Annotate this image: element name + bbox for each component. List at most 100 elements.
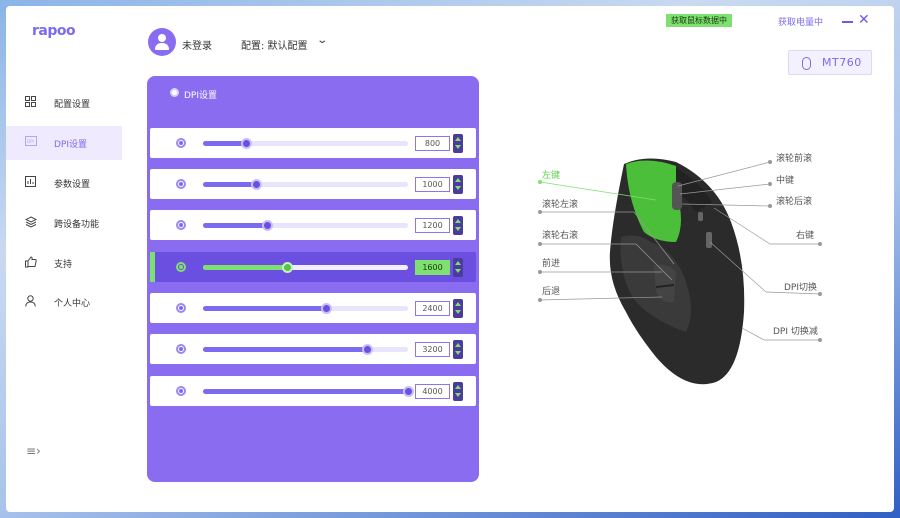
label-wheel-back[interactable]: 滚轮后滚 bbox=[776, 194, 812, 207]
dpi-slider[interactable] bbox=[203, 179, 408, 190]
label-right-click[interactable]: 右键 bbox=[796, 228, 814, 241]
device-model: MT760 bbox=[822, 56, 862, 69]
dpi-stepper[interactable] bbox=[453, 258, 463, 277]
label-left-click[interactable]: 左键 bbox=[542, 168, 560, 181]
thumbs-up-icon bbox=[24, 256, 37, 269]
sidebar-item-personal-center[interactable]: 个人中心 bbox=[6, 285, 122, 319]
dpi-stepper[interactable] bbox=[453, 340, 463, 359]
arrow-down-icon[interactable] bbox=[455, 351, 461, 355]
dpi-level-row[interactable]: 4000 bbox=[150, 376, 476, 406]
user-avatar-icon[interactable] bbox=[148, 28, 176, 56]
dpi-level-radio[interactable] bbox=[176, 344, 186, 354]
sidebar-item-label: 支持 bbox=[54, 260, 73, 270]
dpi-slider-handle[interactable] bbox=[282, 262, 294, 273]
arrow-down-icon[interactable] bbox=[455, 227, 461, 231]
arrow-down-icon[interactable] bbox=[455, 269, 461, 273]
mouse-button-diagram: 左键 滚轮左滚 滚轮右滚 前进 后退 滚轮前滚 中键 滚轮后滚 右键 DPI切换… bbox=[526, 142, 836, 402]
dpi-slider-handle[interactable] bbox=[261, 220, 273, 231]
sidebar-item-support[interactable]: 支持 bbox=[6, 246, 122, 280]
label-back[interactable]: 后退 bbox=[542, 284, 560, 297]
arrow-down-icon[interactable] bbox=[455, 393, 461, 397]
dpi-slider[interactable] bbox=[203, 386, 414, 397]
dpi-stepper[interactable] bbox=[453, 216, 463, 235]
mouse-data-status-badge: 获取鼠标数据中 bbox=[666, 14, 732, 27]
arrow-up-icon[interactable] bbox=[455, 178, 461, 182]
label-forward[interactable]: 前进 bbox=[542, 256, 560, 269]
arrow-up-icon[interactable] bbox=[455, 219, 461, 223]
dpi-value-input[interactable]: 1200 bbox=[415, 218, 450, 233]
sidebar-item-dpi-settings[interactable]: DPI DPI设置 bbox=[6, 126, 122, 160]
dpi-slider[interactable] bbox=[203, 303, 408, 314]
dpi-slider-handle[interactable] bbox=[403, 386, 414, 397]
label-wheel-left[interactable]: 滚轮左滚 bbox=[542, 197, 578, 210]
dpi-level-radio[interactable] bbox=[176, 262, 186, 272]
dpi-slider[interactable] bbox=[203, 220, 408, 231]
dpi-level-radio[interactable] bbox=[176, 179, 186, 189]
sidebar-item-label: 个人中心 bbox=[54, 299, 91, 309]
sidebar-item-parameter-settings[interactable]: 参数设置 bbox=[6, 166, 122, 200]
dpi-slider-fill bbox=[203, 347, 367, 352]
svg-text:DPI: DPI bbox=[27, 139, 34, 144]
dpi-value-input[interactable]: 4000 bbox=[415, 384, 450, 399]
dpi-level-row[interactable]: 1600 bbox=[150, 252, 476, 282]
profile-selector[interactable]: 配置: 默认配置 bbox=[241, 37, 308, 52]
dpi-slider-handle[interactable] bbox=[321, 303, 332, 314]
dpi-slider-handle[interactable] bbox=[251, 179, 263, 190]
sidebar-item-cross-device[interactable]: 跨设备功能 bbox=[6, 206, 122, 240]
active-indicator bbox=[150, 252, 155, 282]
dpi-slider-handle[interactable] bbox=[241, 138, 253, 149]
dpi-value-input[interactable]: 1600 bbox=[415, 260, 450, 275]
sidebar-item-profile-settings[interactable]: 配置设置 bbox=[6, 86, 122, 120]
dpi-level-radio[interactable] bbox=[176, 303, 186, 313]
dpi-slider-fill bbox=[203, 389, 408, 394]
dpi-stepper[interactable] bbox=[453, 382, 463, 401]
sidebar-item-label: 参数设置 bbox=[54, 180, 91, 190]
label-wheel-forward[interactable]: 滚轮前滚 bbox=[776, 151, 812, 164]
dpi-level-row[interactable]: 3200 bbox=[150, 334, 476, 364]
dpi-stepper[interactable] bbox=[453, 175, 463, 194]
dpi-level-radio[interactable] bbox=[176, 220, 186, 230]
sidebar-item-label: 配置设置 bbox=[54, 100, 91, 110]
arrow-down-icon[interactable] bbox=[455, 145, 461, 149]
grid-icon bbox=[24, 96, 37, 109]
dpi-slider[interactable] bbox=[203, 138, 408, 149]
label-wheel-right[interactable]: 滚轮右滚 bbox=[542, 228, 578, 241]
dpi-value-input[interactable]: 3200 bbox=[415, 342, 450, 357]
label-middle-click[interactable]: 中键 bbox=[776, 173, 794, 186]
arrow-up-icon[interactable] bbox=[455, 302, 461, 306]
dpi-level-row[interactable]: 1000 bbox=[150, 169, 476, 199]
dpi-settings-panel: DPI设置 800 1000 1200 1600 2400 3200 4000 bbox=[147, 76, 479, 482]
close-button[interactable]: ✕ bbox=[858, 12, 870, 28]
collapse-menu-icon[interactable]: ≡› bbox=[26, 444, 41, 458]
dpi-level-radio[interactable] bbox=[176, 386, 186, 396]
arrow-down-icon[interactable] bbox=[455, 186, 461, 190]
arrow-up-icon[interactable] bbox=[455, 343, 461, 347]
device-badge[interactable]: MT760 bbox=[788, 50, 872, 75]
dpi-level-radio[interactable] bbox=[176, 138, 186, 148]
user-name[interactable]: 未登录 bbox=[182, 37, 212, 52]
dpi-slider[interactable] bbox=[203, 344, 408, 355]
label-dpi-switch[interactable]: DPI切换 bbox=[784, 280, 817, 293]
dpi-stepper[interactable] bbox=[453, 134, 463, 153]
label-dpi-switch-down[interactable]: DPI 切换减 bbox=[773, 324, 818, 337]
panel-title: DPI设置 bbox=[184, 91, 218, 101]
dpi-level-row[interactable]: 800 bbox=[150, 128, 476, 158]
dpi-slider-handle[interactable] bbox=[362, 344, 373, 355]
arrow-down-icon[interactable] bbox=[455, 310, 461, 314]
arrow-up-icon[interactable] bbox=[455, 137, 461, 141]
dpi-stepper[interactable] bbox=[453, 299, 463, 318]
chevron-down-icon[interactable]: ⌄ bbox=[316, 35, 328, 46]
rapoo-logo: rapoo bbox=[32, 23, 76, 39]
battery-status: 获取电量中 bbox=[778, 18, 824, 28]
dpi-slider-fill bbox=[203, 141, 247, 146]
dpi-level-row[interactable]: 2400 bbox=[150, 293, 476, 323]
minimize-button[interactable] bbox=[842, 21, 853, 23]
dpi-slider[interactable] bbox=[203, 262, 408, 273]
arrow-up-icon[interactable] bbox=[455, 385, 461, 389]
dpi-value-input[interactable]: 2400 bbox=[415, 301, 450, 316]
arrow-up-icon[interactable] bbox=[455, 261, 461, 265]
dpi-value-input[interactable]: 800 bbox=[415, 136, 450, 151]
dpi-value-input[interactable]: 1000 bbox=[415, 177, 450, 192]
dpi-level-row[interactable]: 1200 bbox=[150, 210, 476, 240]
dpi-enable-radio[interactable] bbox=[170, 88, 179, 97]
